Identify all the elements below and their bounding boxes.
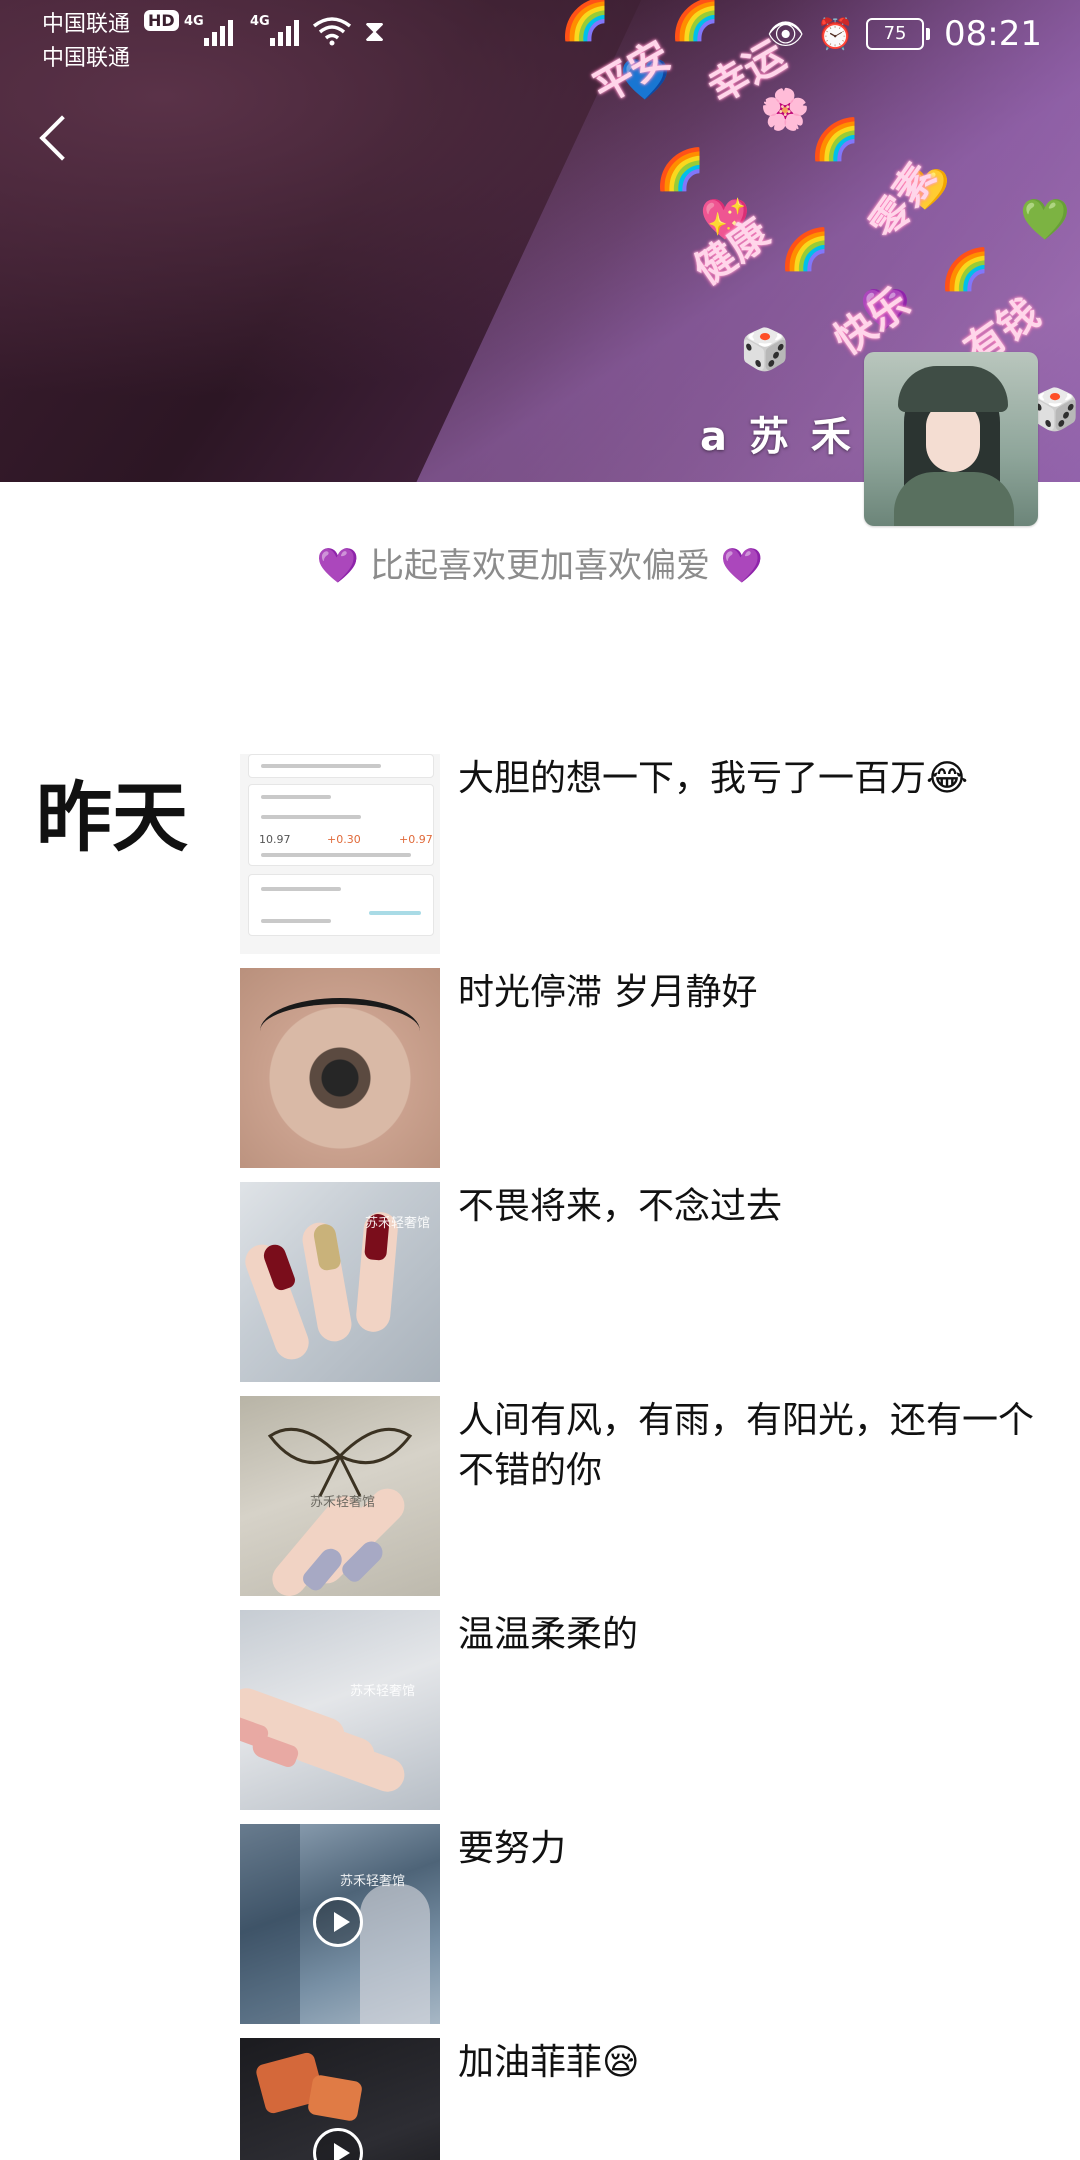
post-item[interactable]: 时光停滞 岁月静好	[240, 968, 1060, 1168]
watermark-text: 苏禾轻奢馆	[365, 1216, 431, 1231]
post-caption: 加油菲菲😪	[458, 2042, 640, 2083]
post-caption: 不畏将来，不念过去	[458, 1186, 783, 1227]
profile-avatar[interactable]	[864, 352, 1038, 526]
watermark-text: 苏禾轻奢馆	[350, 1684, 416, 1699]
wifi-icon	[312, 17, 352, 46]
post-thumbnail[interactable]: 苏禾轻奢馆	[240, 1824, 440, 2024]
clock-time: 08:21	[944, 14, 1042, 54]
hd-badge: HD	[144, 10, 179, 31]
hourglass-icon: ⧗	[364, 14, 386, 49]
post-thumbnail[interactable]: 10.97 +0.30 +0.97	[240, 754, 440, 954]
post-caption: 要努力	[458, 1828, 567, 1869]
post-caption: 人间有风，有雨，有阳光，还有一个不错的你	[458, 1400, 1035, 1491]
network-type: 4G	[184, 14, 204, 29]
post-item[interactable]: 苏禾轻奢馆 人间有风，有雨，有阳光，还有一个不错的你	[240, 1396, 1060, 1596]
post-thumbnail[interactable]: 苏禾轻奢馆	[240, 1396, 440, 1596]
stock-change: +0.97	[399, 833, 433, 846]
signature-text: 比起喜欢更加喜欢偏爱	[370, 546, 710, 586]
play-icon[interactable]	[313, 2128, 363, 2160]
post-item[interactable]: 加油菲菲😪	[240, 2038, 1060, 2160]
play-icon[interactable]	[313, 1897, 363, 1947]
eye-icon: 👁	[766, 16, 805, 52]
post-thumbnail[interactable]: 苏禾轻奢馆	[240, 1182, 440, 1382]
post-thumbnail[interactable]: 苏禾轻奢馆	[240, 1610, 440, 1810]
rainbow-icon: 🌈	[940, 247, 990, 293]
post-thumbnail[interactable]	[240, 968, 440, 1168]
flower-icon: 🌸	[760, 87, 810, 133]
rainbow-icon: 🌈	[655, 147, 705, 193]
network-type: 4G	[250, 14, 270, 29]
purple-heart-icon: 💜	[316, 546, 360, 586]
post-caption: 温温柔柔的	[458, 1614, 639, 1655]
post-thumbnail[interactable]	[240, 2038, 440, 2160]
moments-profile-page: 🌈 🌈 🌈 🌈 🌈 🌈 💙 💖 💛 💚 💜 🌸 🎲 🎲 平安 幸运 健康 快乐 …	[0, 0, 1080, 2160]
post-item[interactable]: 苏禾轻奢馆 要努力	[240, 1824, 1060, 2024]
status-right: 👁 ⏰ 75 08:21	[767, 14, 1042, 54]
profile-signature: 💜 比起喜欢更加喜欢偏爱 💜	[0, 538, 1080, 587]
profile-name: a 苏 禾	[700, 414, 855, 460]
status-bar: 中国联通 中国联通 HD 4G 4G ⧗ 👁 ⏰ 75 08:21	[0, 0, 1080, 80]
watermark-text: 苏禾轻奢馆	[310, 1495, 376, 1510]
post-caption: 大胆的想一下，我亏了一百万😂	[458, 758, 969, 799]
post-caption: 时光停滞 岁月静好	[458, 972, 758, 1013]
date-heading: 昨天	[36, 773, 188, 862]
rainbow-icon: 🌈	[780, 227, 830, 273]
back-button[interactable]	[36, 108, 76, 168]
watermark-text: 苏禾轻奢馆	[340, 1874, 406, 1889]
carrier-label: 中国联通	[42, 46, 131, 71]
post-item[interactable]: 10.97 +0.30 +0.97 大胆的想一下，我亏了一百万😂	[240, 754, 1060, 954]
alarm-icon: ⏰	[816, 16, 855, 52]
heart-icon: 💚	[1020, 197, 1070, 243]
battery-icon: 75	[866, 18, 931, 50]
carrier-label: 中国联通	[42, 12, 131, 37]
post-item[interactable]: 苏禾轻奢馆 温温柔柔的	[240, 1610, 1060, 1810]
rainbow-icon: 🌈	[810, 117, 860, 163]
dice-icon: 🎲	[740, 327, 790, 373]
purple-heart-icon: 💜	[720, 546, 764, 586]
bow-decoration	[267, 1427, 413, 1496]
post-item[interactable]: 苏禾轻奢馆 不畏将来，不念过去	[240, 1182, 1060, 1382]
stock-change: +0.30	[327, 833, 361, 846]
stock-value: 10.97	[259, 833, 291, 846]
